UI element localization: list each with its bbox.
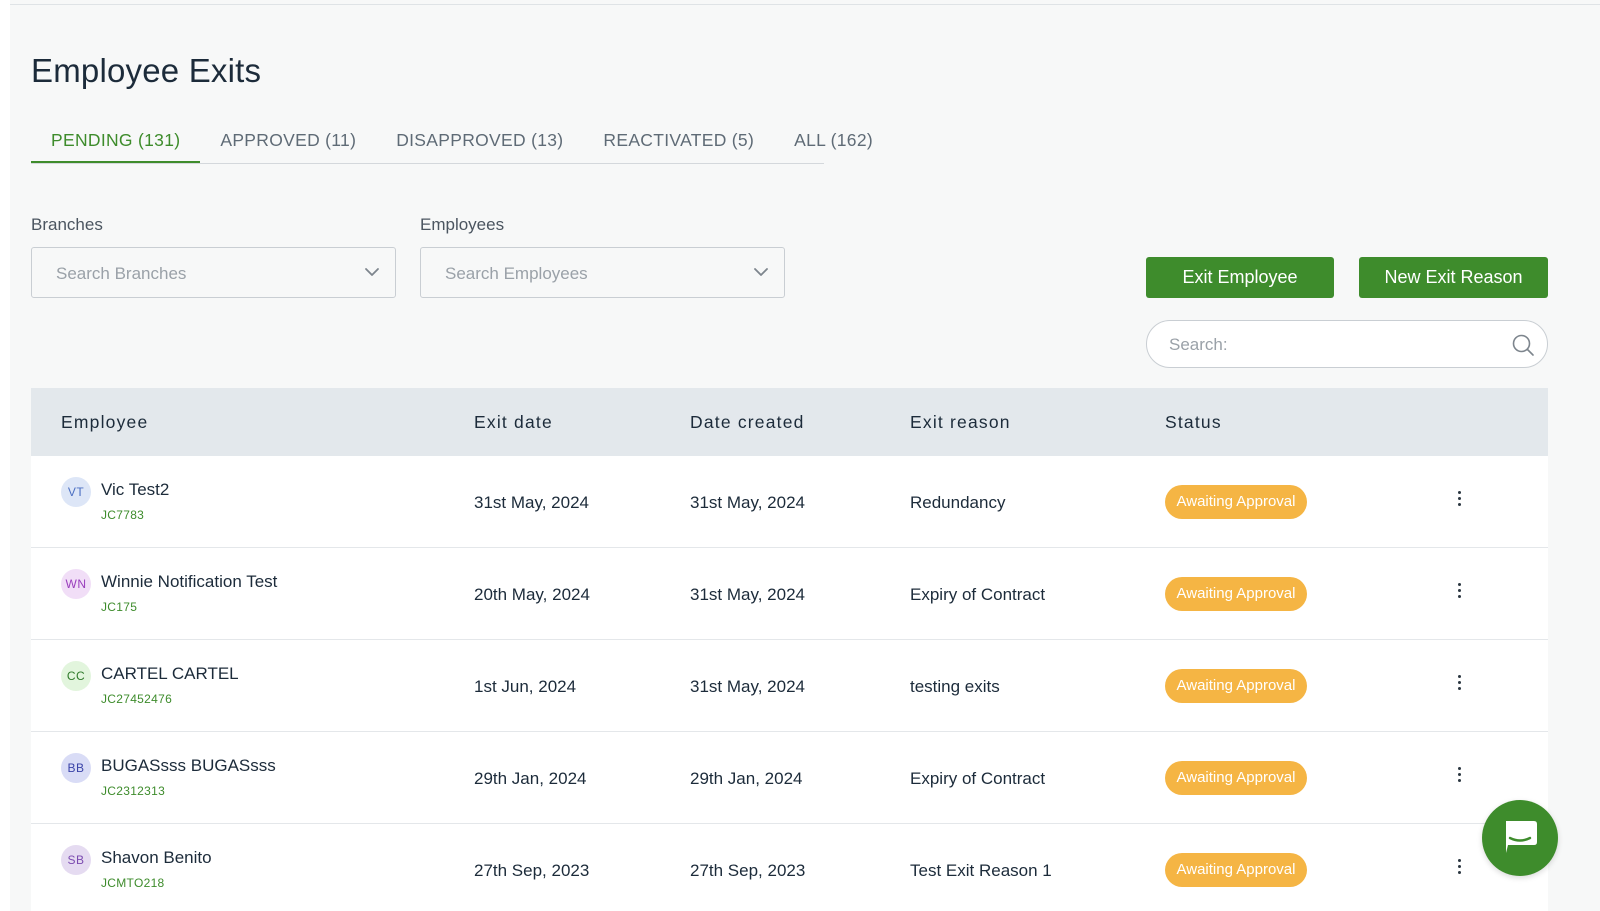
employee-code: JC175 — [101, 600, 138, 614]
avatar: VT — [61, 477, 91, 507]
date-created: 29th Jan, 2024 — [690, 769, 803, 788]
table-row[interactable]: CC CARTEL CARTEL JC27452476 1st Jun, 202… — [31, 640, 1548, 732]
avatar: SB — [61, 845, 91, 875]
employees-select[interactable]: Search Employees — [420, 247, 785, 298]
tab-approved[interactable]: APPROVED (11) — [200, 123, 376, 163]
header-status: Status — [1165, 412, 1222, 432]
exit-date: 29th Jan, 2024 — [474, 769, 587, 788]
employee-code: JC27452476 — [101, 692, 173, 706]
date-created: 31st May, 2024 — [690, 677, 805, 696]
new-exit-reason-button[interactable]: New Exit Reason — [1359, 257, 1548, 298]
branches-placeholder: Search Branches — [56, 264, 187, 283]
date-created: 31st May, 2024 — [690, 585, 805, 604]
header-exit-date: Exit date — [474, 412, 553, 432]
status-badge: Awaiting Approval — [1165, 485, 1307, 519]
tab-all[interactable]: ALL (162) — [774, 123, 893, 163]
exit-date: 20th May, 2024 — [474, 585, 590, 604]
chevron-down-icon — [365, 268, 379, 276]
status-badge: Awaiting Approval — [1165, 853, 1307, 887]
exits-table: Employee Exit date Date created Exit rea… — [31, 388, 1548, 911]
more-vertical-icon[interactable] — [1449, 580, 1469, 606]
tab-pending[interactable]: PENDING (131) — [31, 123, 201, 163]
exit-date: 27th Sep, 2023 — [474, 861, 590, 880]
table-row[interactable]: VT Vic Test2 JC7783 31st May, 2024 31st … — [31, 456, 1548, 548]
table-row[interactable]: WN Winnie Notification Test JC175 20th M… — [31, 548, 1548, 640]
header-employee: Employee — [61, 412, 149, 432]
employee-name[interactable]: Winnie Notification Test — [101, 572, 277, 592]
exit-reason: Expiry of Contract — [910, 585, 1046, 604]
employee-code: JCMTO218 — [101, 876, 165, 890]
branches-select[interactable]: Search Branches — [31, 247, 396, 298]
header-date-created: Date created — [690, 412, 805, 432]
employees-placeholder: Search Employees — [445, 264, 588, 283]
status-tabs: PENDING (131) APPROVED (11) DISAPPROVED … — [31, 123, 873, 164]
date-created: 31st May, 2024 — [690, 493, 805, 512]
page: Employee Exits PENDING (131) APPROVED (1… — [10, 0, 1600, 911]
employee-name[interactable]: Shavon Benito — [101, 848, 212, 868]
exit-reason: Redundancy — [910, 493, 1006, 512]
exit-reason: Test Exit Reason 1 — [910, 861, 1052, 880]
exit-date: 31st May, 2024 — [474, 493, 589, 512]
top-divider — [10, 4, 1600, 5]
employees-label: Employees — [420, 215, 505, 234]
chat-button[interactable] — [1482, 800, 1558, 876]
more-vertical-icon[interactable] — [1449, 856, 1469, 882]
chevron-down-icon — [754, 268, 768, 276]
avatar: WN — [61, 569, 91, 599]
branches-label: Branches — [31, 215, 103, 234]
employee-code: JC2312313 — [101, 784, 166, 798]
chat-bubble-icon — [1506, 821, 1537, 853]
table-row[interactable]: BB BUGASsss BUGASsss JC2312313 29th Jan,… — [31, 732, 1548, 824]
header-exit-reason: Exit reason — [910, 412, 1011, 432]
employee-name[interactable]: CARTEL CARTEL — [101, 664, 239, 684]
status-badge: Awaiting Approval — [1165, 669, 1307, 703]
avatar: BB — [61, 753, 91, 783]
more-vertical-icon[interactable] — [1449, 488, 1469, 514]
employee-name[interactable]: Vic Test2 — [101, 480, 169, 500]
exit-employee-button[interactable]: Exit Employee — [1146, 257, 1334, 298]
exit-reason: Expiry of Contract — [910, 769, 1046, 788]
status-badge: Awaiting Approval — [1165, 761, 1307, 795]
employee-name[interactable]: BUGASsss BUGASsss — [101, 756, 276, 776]
tab-reactivated[interactable]: REACTIVATED (5) — [583, 123, 774, 163]
table-row[interactable]: SB Shavon Benito JCMTO218 27th Sep, 2023… — [31, 824, 1548, 911]
page-title: Employee Exits — [31, 52, 262, 89]
more-vertical-icon[interactable] — [1449, 764, 1469, 790]
exit-date: 1st Jun, 2024 — [474, 677, 577, 696]
status-badge: Awaiting Approval — [1165, 577, 1307, 611]
search-input[interactable]: Search: — [1146, 320, 1548, 368]
employee-code: JC7783 — [101, 508, 145, 522]
avatar: CC — [61, 661, 91, 691]
exit-reason: testing exits — [910, 677, 1000, 696]
search-icon[interactable] — [1511, 333, 1535, 357]
more-vertical-icon[interactable] — [1449, 672, 1469, 698]
tab-disapproved[interactable]: DISAPPROVED (13) — [376, 123, 583, 163]
table-header: Employee Exit date Date created Exit rea… — [31, 388, 1548, 456]
search-placeholder: Search: — [1169, 335, 1228, 354]
date-created: 27th Sep, 2023 — [690, 861, 806, 880]
